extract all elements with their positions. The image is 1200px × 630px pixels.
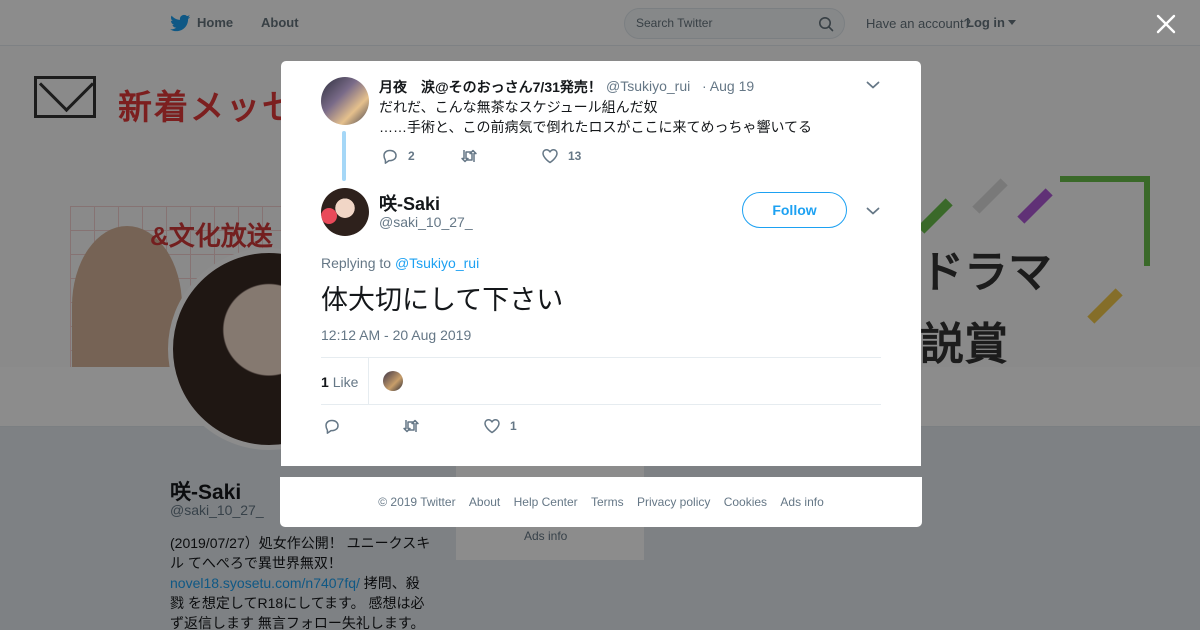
footer-about-link[interactable]: About <box>469 495 500 509</box>
footer-copyright: © 2019 Twitter <box>378 495 456 509</box>
thread-connector <box>342 131 346 181</box>
like-count: 13 <box>568 149 582 163</box>
modal-footer: © 2019 Twitter About Help Center Terms P… <box>280 477 922 527</box>
parent-tweet-name[interactable]: 月夜 涙@そのおっさん7/31発売！ <box>379 77 602 97</box>
reply-icon <box>325 419 339 434</box>
replying-to-label: Replying to <box>321 255 392 271</box>
retweet-button[interactable] <box>460 147 487 165</box>
retweet-icon <box>461 149 477 163</box>
footer-links: © 2019 Twitter About Help Center Terms P… <box>280 495 922 509</box>
replying-to-link[interactable]: @Tsukiyo_rui <box>395 255 479 271</box>
tweet-author-name[interactable]: 咲-Saki <box>379 190 440 216</box>
close-icon[interactable] <box>1155 13 1177 35</box>
retweet-icon <box>403 419 419 433</box>
replying-to: Replying to @Tsukiyo_rui <box>321 255 479 271</box>
likes-stat-label: Like <box>332 374 359 390</box>
heart-icon <box>484 419 500 434</box>
retweet-button[interactable] <box>402 417 429 435</box>
like-count: 1 <box>510 419 517 433</box>
parent-tweet-date[interactable]: · Aug 19 <box>702 78 754 94</box>
tweet-author-avatar[interactable] <box>321 188 369 236</box>
footer-ads-link[interactable]: Ads info <box>780 495 823 509</box>
tweet-stats: 1 Like <box>321 357 881 405</box>
footer-privacy-link[interactable]: Privacy policy <box>637 495 710 509</box>
likes-stat[interactable]: 1 Like <box>321 374 358 390</box>
parent-tweet-text: だれだ、こんな無茶なスケジュール組んだ奴 ……手術と、この前病気で倒れたロスがこ… <box>379 99 813 135</box>
tweet-timestamp[interactable]: 12:12 AM - 20 Aug 2019 <box>321 327 471 343</box>
tweet-text: 体大切にして下さい <box>321 285 564 315</box>
like-button[interactable]: 13 <box>541 147 581 165</box>
parent-tweet-avatar[interactable] <box>321 77 369 125</box>
footer-cookies-link[interactable]: Cookies <box>724 495 767 509</box>
reply-button[interactable]: 2 <box>381 147 415 165</box>
reply-count: 2 <box>408 149 415 163</box>
chevron-down-icon[interactable] <box>866 80 880 90</box>
liker-avatar[interactable] <box>383 371 403 391</box>
like-button[interactable]: 1 <box>483 417 517 435</box>
reply-button[interactable] <box>323 417 350 435</box>
footer-help-link[interactable]: Help Center <box>514 495 578 509</box>
reply-icon <box>383 149 397 164</box>
footer-terms-link[interactable]: Terms <box>591 495 624 509</box>
chevron-down-icon[interactable] <box>866 206 880 216</box>
tweet-modal: 月夜 涙@そのおっさん7/31発売！ @Tsukiyo_rui · Aug 19… <box>281 61 921 466</box>
stats-divider <box>368 358 369 404</box>
heart-icon <box>542 149 558 164</box>
tweet-author-handle[interactable]: @saki_10_27_ <box>379 214 473 230</box>
follow-button[interactable]: Follow <box>742 192 847 228</box>
parent-tweet-handle[interactable]: @Tsukiyo_rui <box>606 78 690 94</box>
likes-stat-count: 1 <box>321 374 329 390</box>
